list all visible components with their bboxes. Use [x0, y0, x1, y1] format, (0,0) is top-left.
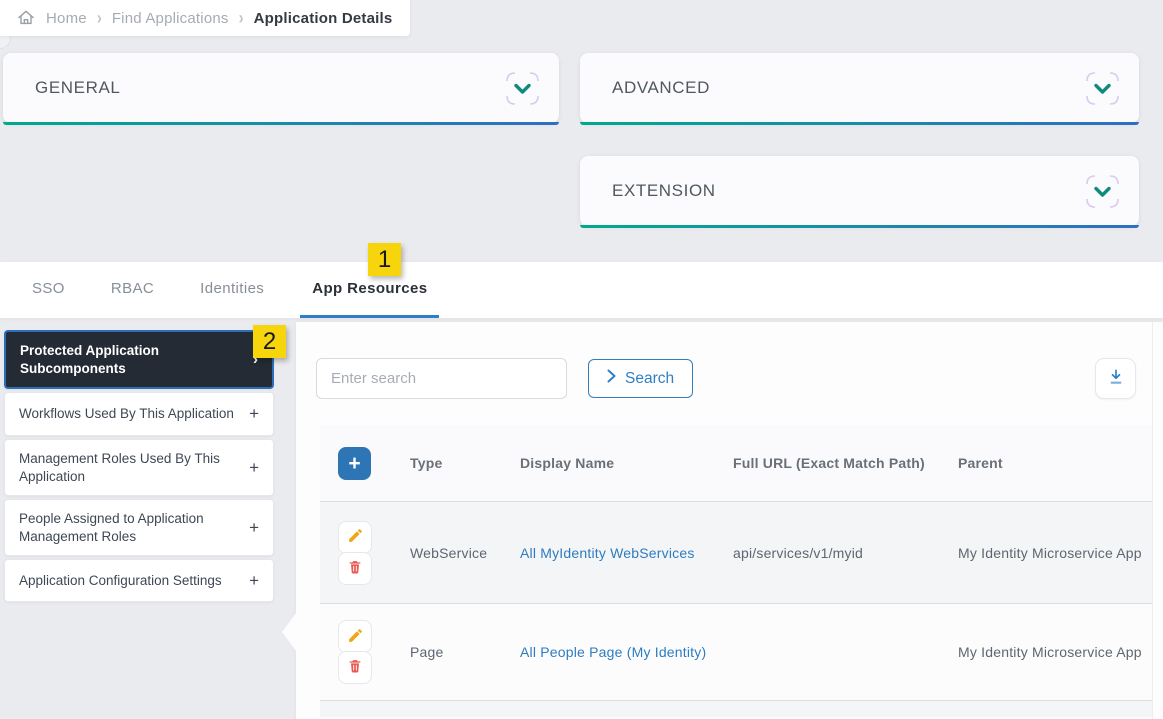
panel-general-expand-button[interactable] — [504, 70, 541, 107]
table-row — [320, 700, 1152, 717]
annotation-badge-2: 2 — [253, 325, 286, 358]
panel-notch — [282, 613, 296, 651]
edit-button[interactable] — [338, 521, 372, 554]
panel-advanced-title: ADVANCED — [612, 78, 710, 98]
search-button[interactable]: Search — [588, 359, 693, 398]
application-details-screen: Home › Find Applications › Application D… — [0, 0, 1163, 719]
panel-extension: EXTENSION — [580, 156, 1139, 226]
tab-identities[interactable]: Identities — [190, 262, 274, 318]
app-resources-table: + Type Display Name Full URL (Exact Matc… — [320, 425, 1152, 717]
column-header-parent: Parent — [958, 455, 1152, 471]
annotation-badge-1: 1 — [368, 243, 401, 276]
table-row: Page All People Page (My Identity) My Id… — [320, 603, 1152, 700]
trash-icon — [347, 658, 363, 677]
panel-general-title: GENERAL — [35, 78, 120, 98]
chevron-down-icon — [1084, 95, 1121, 110]
column-header-display-name: Display Name — [520, 455, 733, 471]
column-header-full-url: Full URL (Exact Match Path) — [733, 455, 958, 471]
sidebar: Protected Application Subcomponents › Wo… — [4, 330, 274, 605]
tab-rbac[interactable]: RBAC — [101, 262, 164, 318]
cell-parent: My Identity Microservice App — [958, 644, 1152, 660]
sidebar-item-label: Application Configuration Settings — [19, 572, 222, 590]
plus-icon: + — [249, 571, 259, 591]
chevron-right-icon: › — [239, 8, 244, 28]
chevron-right-icon — [607, 369, 616, 388]
plus-icon: + — [249, 458, 259, 478]
cell-type: Page — [410, 644, 520, 660]
trash-icon — [347, 559, 363, 578]
cell-full-url: api/services/v1/myid — [733, 545, 958, 561]
delete-button[interactable] — [338, 651, 372, 684]
cell-display-name-link[interactable]: All MyIdentity WebServices — [520, 545, 733, 561]
chevron-down-icon — [1084, 198, 1121, 213]
table-row: WebService All MyIdentity WebServices ap… — [320, 501, 1152, 603]
sidebar-item-label: Management Roles Used By This Applicatio… — [19, 450, 241, 485]
column-header-type: Type — [410, 455, 520, 471]
plus-icon: + — [249, 404, 259, 424]
row-actions — [338, 620, 372, 684]
sidebar-item-protected-application-subcomponents[interactable]: Protected Application Subcomponents › — [4, 330, 274, 389]
panel-general: GENERAL — [3, 53, 559, 123]
home-icon[interactable] — [16, 8, 36, 28]
tab-sso[interactable]: SSO — [22, 262, 75, 318]
download-icon — [1106, 367, 1126, 390]
sidebar-item-label: People Assigned to Application Managemen… — [19, 510, 241, 545]
breadcrumb-find-applications[interactable]: Find Applications — [112, 10, 229, 27]
panel-extension-title: EXTENSION — [612, 181, 716, 201]
scroll-gutter[interactable] — [1152, 322, 1163, 719]
cell-type: WebService — [410, 545, 520, 561]
sidebar-item-people-assigned[interactable]: People Assigned to Application Managemen… — [4, 499, 274, 556]
sidebar-item-application-configuration-settings[interactable]: Application Configuration Settings + — [4, 559, 274, 602]
panel-advanced-expand-button[interactable] — [1084, 70, 1121, 107]
chevron-right-icon: › — [97, 8, 102, 28]
edit-button[interactable] — [338, 620, 372, 653]
sidebar-item-label: Protected Application Subcomponents — [20, 342, 245, 377]
pencil-icon — [347, 627, 364, 647]
row-actions — [338, 521, 372, 585]
cell-display-name-link[interactable]: All People Page (My Identity) — [520, 644, 733, 660]
add-resource-button[interactable]: + — [338, 447, 371, 480]
tab-bar: SSO RBAC Identities App Resources — [0, 262, 1163, 318]
breadcrumb: Home › Find Applications › Application D… — [0, 0, 410, 36]
chevron-down-icon — [504, 95, 541, 110]
search-input[interactable] — [316, 358, 567, 399]
sidebar-item-workflows[interactable]: Workflows Used By This Application + — [4, 392, 274, 436]
panel-advanced: ADVANCED — [580, 53, 1139, 123]
search-button-label: Search — [625, 370, 674, 388]
cell-parent: My Identity Microservice App — [958, 545, 1152, 561]
panel-extension-expand-button[interactable] — [1084, 173, 1121, 210]
app-resources-content: Search + Type Display Name Full URL (Exa… — [296, 322, 1163, 719]
sidebar-item-label: Workflows Used By This Application — [19, 405, 234, 423]
breadcrumb-application-details: Application Details — [254, 10, 393, 27]
table-header-row: + Type Display Name Full URL (Exact Matc… — [320, 425, 1152, 501]
plus-icon: + — [249, 518, 259, 538]
sidebar-item-management-roles[interactable]: Management Roles Used By This Applicatio… — [4, 439, 274, 496]
delete-button[interactable] — [338, 552, 372, 585]
breadcrumb-home[interactable]: Home — [46, 10, 87, 27]
download-button[interactable] — [1095, 358, 1136, 399]
pencil-icon — [347, 527, 364, 547]
